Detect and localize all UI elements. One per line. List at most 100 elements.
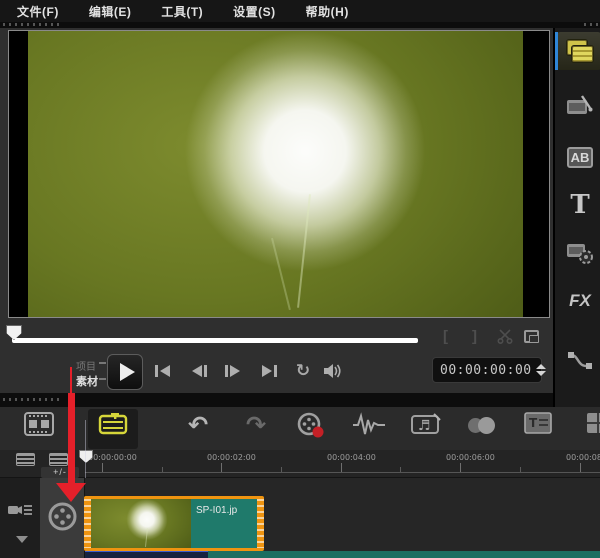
dandelion-stem (145, 528, 148, 547)
grid-icon (586, 412, 600, 434)
circle-icon (478, 417, 495, 434)
grip-dots (3, 398, 61, 401)
timeline-panel: ↶ ↷ ♬ (0, 407, 600, 558)
storyboard-icon (24, 412, 54, 436)
project-mode-toggle[interactable]: 项目 (76, 358, 96, 373)
timeline-view-button[interactable] (98, 412, 128, 436)
instant-project-icon (566, 94, 594, 120)
video-track-reel-icon[interactable] (48, 502, 77, 531)
seek-bar[interactable] (12, 338, 418, 343)
ruler-baseline (85, 472, 600, 473)
show-tracks-icon[interactable] (49, 453, 68, 466)
timeline-clip[interactable]: SP-I01.jp (84, 496, 264, 551)
timecode-value: 00:00:00:00 (433, 363, 532, 378)
clip-mode-toggle[interactable]: 素材 (76, 373, 98, 389)
transition-ab-icon: AB (567, 147, 594, 168)
dandelion-stem (297, 194, 311, 308)
mode-connector (99, 362, 106, 364)
clip-thumbnail (91, 499, 191, 548)
undo-button[interactable]: ↶ (188, 411, 208, 440)
prev-frame-button[interactable] (186, 360, 212, 382)
track-area: SP-I01.jp (0, 478, 600, 558)
mode-connector (99, 378, 106, 380)
instant-project-button[interactable] (561, 90, 599, 124)
clip-filename: SP-I01.jp (196, 505, 237, 516)
ruler-tick (580, 463, 581, 472)
spinner-up-icon[interactable] (536, 364, 546, 369)
ripple-edit-icon[interactable] (7, 502, 33, 520)
dandelion-stem-2 (271, 238, 291, 311)
record-capture-button[interactable] (296, 412, 326, 440)
chevron-down-icon[interactable] (16, 536, 28, 543)
spinner-down-icon[interactable] (536, 371, 546, 376)
menu-help[interactable]: 帮助(H) (306, 3, 349, 20)
menu-file[interactable]: 文件(F) (17, 3, 59, 20)
subtitle-options-button[interactable]: T (524, 412, 552, 434)
selected-indicator (555, 32, 558, 70)
grip-dots-right (584, 23, 598, 26)
svg-text:♬: ♬ (418, 418, 431, 434)
menu-settings[interactable]: 设置(S) (233, 3, 276, 20)
timecode-display[interactable]: 00:00:00:00 (432, 357, 542, 383)
mark-in-button[interactable]: [ (443, 328, 448, 345)
play-icon (120, 363, 135, 381)
overlay-track-partial[interactable] (85, 551, 208, 558)
clip-label: SP-I01.jp (191, 499, 257, 548)
home-button[interactable] (150, 360, 176, 382)
ruler-label: 00:00:04:00 (327, 453, 376, 462)
panel-splitter[interactable] (0, 393, 553, 407)
filter-fx-icon: FX (569, 291, 591, 311)
overlay-track-partial-2[interactable] (208, 551, 600, 558)
auto-music-button[interactable]: ♬ (410, 412, 442, 438)
redo-button[interactable]: ↷ (246, 411, 266, 440)
end-button[interactable] (256, 360, 282, 382)
graphics-button[interactable] (561, 236, 599, 270)
path-icon (567, 350, 593, 372)
mark-out-button[interactable]: ] (472, 328, 477, 345)
trim-handle-right[interactable] (257, 499, 264, 548)
sound-mixer-icon (352, 412, 386, 438)
ruler-tick (102, 463, 103, 472)
ruler-label: 00:00:08:00 (566, 453, 600, 462)
volume-button[interactable] (320, 360, 346, 382)
annotation-arrow-shaft (68, 393, 75, 484)
track-manager-icon[interactable] (16, 453, 35, 466)
menu-tools[interactable]: 工具(T) (161, 3, 203, 20)
preview-window (8, 30, 550, 318)
step-sidebar: AB T FX (553, 28, 600, 407)
cut-clip-icon[interactable] (497, 329, 513, 344)
trim-handle-left[interactable] (84, 499, 91, 548)
ruler-label: 00:00:02:00 (207, 453, 256, 462)
annotation-arrow-head (56, 483, 86, 502)
sound-mixer-button[interactable] (352, 412, 386, 438)
app-window: 文件(F) 编辑(E) 工具(T) 设置(S) 帮助(H) [ ] 项目 (0, 0, 600, 558)
timeline-ruler[interactable]: 00:00:00:00 00:00:02:00 00:00:04:00 00:0… (0, 450, 600, 478)
menu-bar: 文件(F) 编辑(E) 工具(T) 设置(S) 帮助(H) (0, 0, 600, 22)
title-t-icon: T (570, 190, 589, 220)
clip-mode-indicator (70, 367, 72, 393)
timeline-icon (98, 412, 128, 436)
play-button[interactable] (107, 354, 143, 390)
ruler-tick (460, 463, 461, 472)
grip-dots-left (3, 23, 61, 26)
path-button[interactable] (561, 344, 599, 378)
svg-text:T: T (529, 416, 538, 430)
filter-button[interactable]: FX (561, 284, 599, 318)
enlarge-preview-icon[interactable] (524, 330, 539, 343)
ruler-label: 00:00:06:00 (446, 453, 495, 462)
preview-video-frame (28, 31, 523, 317)
auto-music-icon: ♬ (410, 412, 442, 438)
track-options-button[interactable] (586, 412, 600, 434)
storyboard-view-button[interactable] (24, 412, 54, 436)
video-track[interactable]: SP-I01.jp (85, 478, 600, 558)
media-icon (567, 40, 593, 62)
timecode-spinner[interactable] (536, 364, 546, 376)
track-buttons-column (0, 478, 40, 558)
repeat-button[interactable]: ↻ (290, 360, 316, 382)
menu-edit[interactable]: 编辑(E) (89, 3, 132, 20)
title-button[interactable]: T (561, 188, 599, 222)
transition-button[interactable]: AB (561, 140, 599, 174)
next-frame-button[interactable] (220, 360, 246, 382)
painting-creator-button[interactable] (468, 417, 498, 435)
media-library-button[interactable] (561, 34, 599, 68)
